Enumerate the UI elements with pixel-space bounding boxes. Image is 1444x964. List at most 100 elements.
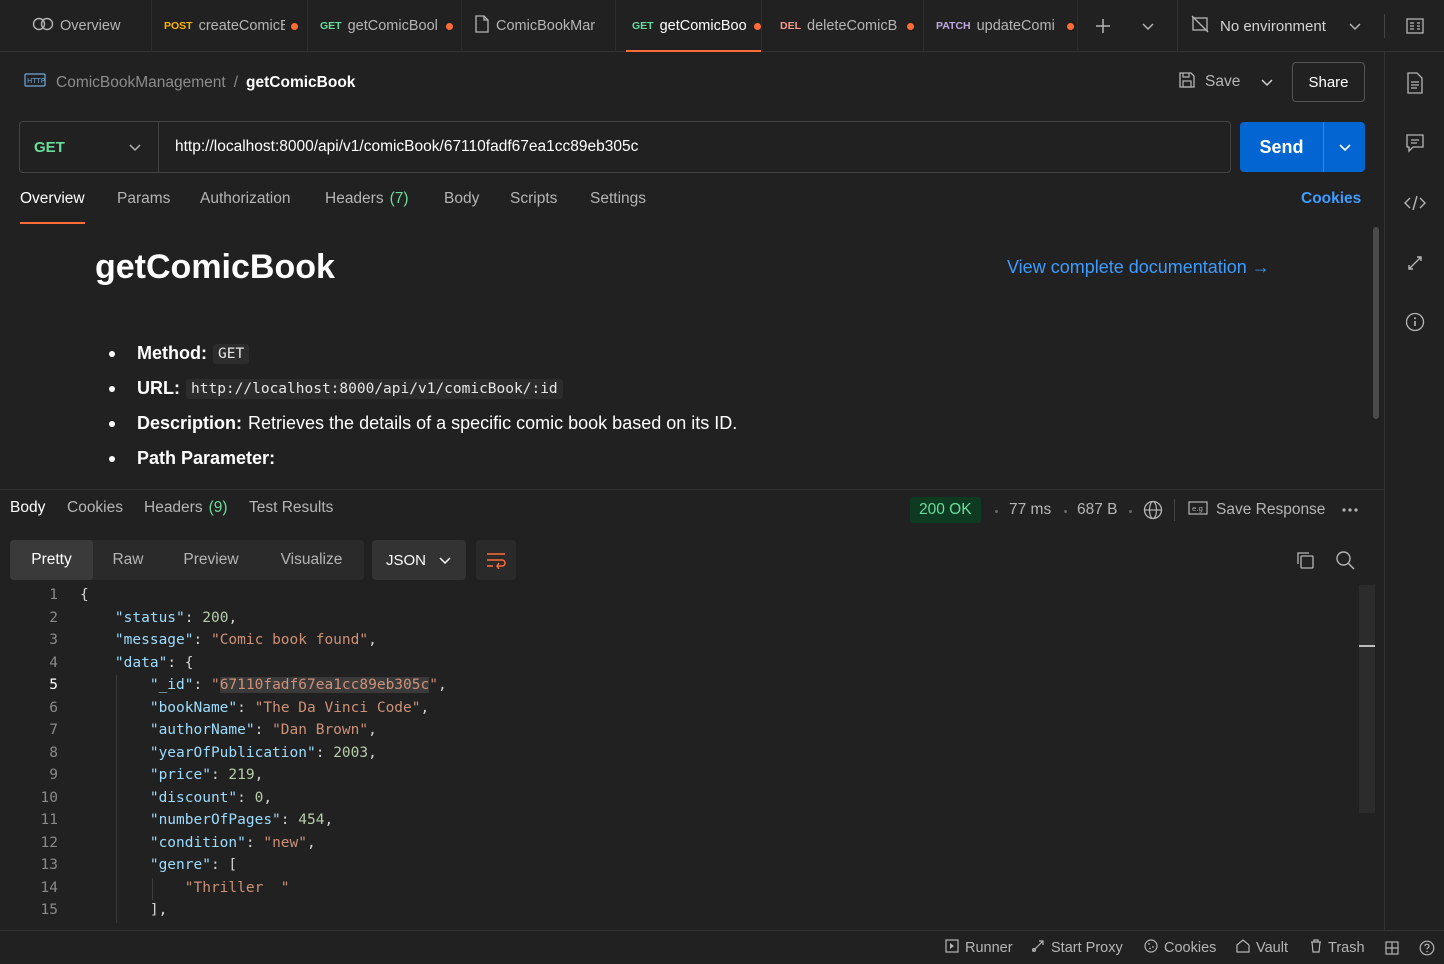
- code-text: "yearOfPublication": 2003,: [149, 745, 377, 761]
- tab-label: ComicBookMar: [496, 18, 596, 34]
- overview-scrollbar[interactable]: [1373, 227, 1379, 419]
- cookie-icon: [1144, 938, 1158, 957]
- save-response-button[interactable]: e.g Save Response: [1188, 498, 1325, 522]
- view-visualize[interactable]: Visualize: [259, 540, 364, 580]
- tab-body[interactable]: Body: [444, 190, 479, 224]
- description-label: Description:: [137, 413, 243, 433]
- url-label: URL:: [137, 378, 180, 398]
- code-text: "price": 219,: [149, 767, 264, 783]
- tab-settings[interactable]: Settings: [590, 190, 646, 224]
- environment-selector[interactable]: No environment: [1190, 12, 1375, 40]
- code-line: "numberOfPages": 454,: [80, 812, 333, 828]
- code-text: {: [80, 587, 89, 603]
- code-line: "status": 200,: [80, 610, 237, 626]
- format-select[interactable]: JSON: [372, 540, 466, 580]
- tab-getcomicbook[interactable]: GET getComicBoo: [626, 0, 762, 52]
- view-preview[interactable]: Preview: [163, 540, 259, 580]
- layout-toggle-icon[interactable]: [1385, 931, 1399, 964]
- view-documentation-link[interactable]: View complete documentation →: [1007, 257, 1270, 278]
- tab-label: Overview: [60, 18, 121, 34]
- code-text: "discount": 0,: [149, 790, 273, 806]
- more-options-icon[interactable]: [1338, 498, 1362, 522]
- response-tab-test-results[interactable]: Test Results: [249, 499, 333, 527]
- runner-button[interactable]: Runner: [945, 931, 1013, 964]
- tab-overview-request[interactable]: Overview: [20, 190, 85, 224]
- save-button[interactable]: Save: [1178, 68, 1250, 96]
- tab-deletecomicbook[interactable]: DEL deleteComicB: [768, 0, 924, 52]
- runner-icon: [945, 938, 959, 957]
- response-size[interactable]: 687 B: [1077, 501, 1118, 519]
- info-icon[interactable]: [1400, 307, 1430, 337]
- line-number: 10: [40, 790, 58, 806]
- tab-overview[interactable]: Overview: [20, 0, 152, 52]
- start-proxy-button[interactable]: Start Proxy: [1031, 931, 1123, 964]
- new-tab-plus-icon[interactable]: [1088, 12, 1118, 40]
- tab-createcomicbook[interactable]: POST createComicB: [152, 0, 308, 52]
- send-options-chevron-icon[interactable]: [1324, 122, 1365, 172]
- response-tab-body[interactable]: Body: [10, 499, 45, 527]
- breadcrumb-current[interactable]: getComicBook: [246, 74, 355, 92]
- line-number: 4: [49, 655, 58, 671]
- network-globe-icon[interactable]: [1141, 498, 1165, 522]
- panel-divider[interactable]: [0, 489, 1384, 490]
- tabs-dropdown-chevron-icon[interactable]: [1133, 12, 1163, 40]
- documentation-icon[interactable]: [1400, 68, 1430, 98]
- view-pretty[interactable]: Pretty: [10, 540, 93, 580]
- response-tab-headers[interactable]: Headers (9): [144, 499, 228, 527]
- no-environment-icon: [1190, 14, 1210, 38]
- code-snippet-icon[interactable]: [1400, 188, 1430, 218]
- chevron-down-icon: [128, 139, 142, 156]
- vault-icon: [1236, 938, 1250, 957]
- tab-scripts[interactable]: Scripts: [510, 190, 557, 224]
- code-text: "status": 200,: [114, 610, 238, 626]
- tab-collection[interactable]: ComicBookMar: [462, 0, 616, 52]
- tab-params[interactable]: Params: [117, 190, 170, 224]
- save-icon: [1178, 71, 1196, 94]
- response-time[interactable]: 77 ms: [1009, 501, 1051, 519]
- status-badge[interactable]: 200 OK: [910, 497, 981, 523]
- code-text: "authorName": "Dan Brown",: [149, 722, 377, 738]
- view-raw[interactable]: Raw: [93, 540, 163, 580]
- related-collections-icon[interactable]: [1400, 248, 1430, 278]
- line-number: 1: [49, 587, 58, 603]
- send-button[interactable]: Send: [1240, 122, 1324, 172]
- scroll-position-marker: [1359, 645, 1375, 647]
- code-scrollbar[interactable]: [1359, 585, 1375, 813]
- help-icon[interactable]: [1419, 931, 1435, 964]
- format-value: JSON: [386, 551, 427, 569]
- cookies-button[interactable]: Cookies: [1144, 931, 1216, 964]
- document-icon: [474, 15, 490, 37]
- share-button[interactable]: Share: [1292, 62, 1365, 102]
- trash-button[interactable]: Trash: [1310, 931, 1365, 964]
- response-tab-cookies[interactable]: Cookies: [67, 499, 123, 527]
- unsaved-dot: [1066, 22, 1074, 30]
- tab-authorization[interactable]: Authorization: [200, 190, 290, 224]
- response-body-code[interactable]: 1 { 2 "status": 200, 3 "message": "Comic…: [0, 585, 1360, 923]
- line-number: 6: [49, 700, 58, 716]
- url-input[interactable]: http://localhost:8000/api/v1/comicBook/6…: [159, 138, 1230, 156]
- search-icon[interactable]: [1332, 547, 1358, 573]
- code-text: "bookName": "The Da Vinci Code",: [149, 700, 430, 716]
- vault-button[interactable]: Vault: [1236, 931, 1288, 964]
- tab-headers[interactable]: Headers (7): [325, 190, 409, 224]
- unsaved-dot: [290, 22, 298, 30]
- save-options-chevron-icon[interactable]: [1255, 68, 1279, 96]
- cookies-link[interactable]: Cookies: [1301, 190, 1361, 224]
- tab-updatecomicbook[interactable]: PATCH updateComi: [924, 0, 1078, 52]
- line-number: 7: [49, 722, 58, 738]
- breadcrumb-collection-link[interactable]: ComicBookManagement: [56, 74, 226, 92]
- tab-label: createComicB: [198, 18, 285, 34]
- line-number: 5: [49, 677, 58, 693]
- wrap-lines-icon[interactable]: [476, 540, 516, 580]
- chevron-down-icon: [1348, 18, 1362, 35]
- code-line: "condition": "new",: [80, 835, 316, 851]
- unsaved-dot: [907, 22, 914, 30]
- copy-icon[interactable]: [1292, 547, 1318, 573]
- comments-icon[interactable]: [1400, 128, 1430, 158]
- method-select[interactable]: GET: [20, 122, 159, 172]
- line-number: 8: [49, 745, 58, 761]
- send-button-group: Send: [1240, 122, 1365, 172]
- environment-quick-look-icon[interactable]: [1400, 12, 1430, 40]
- environment-label: No environment: [1220, 17, 1326, 35]
- tab-getcomicbooks[interactable]: GET getComicBool: [308, 0, 462, 52]
